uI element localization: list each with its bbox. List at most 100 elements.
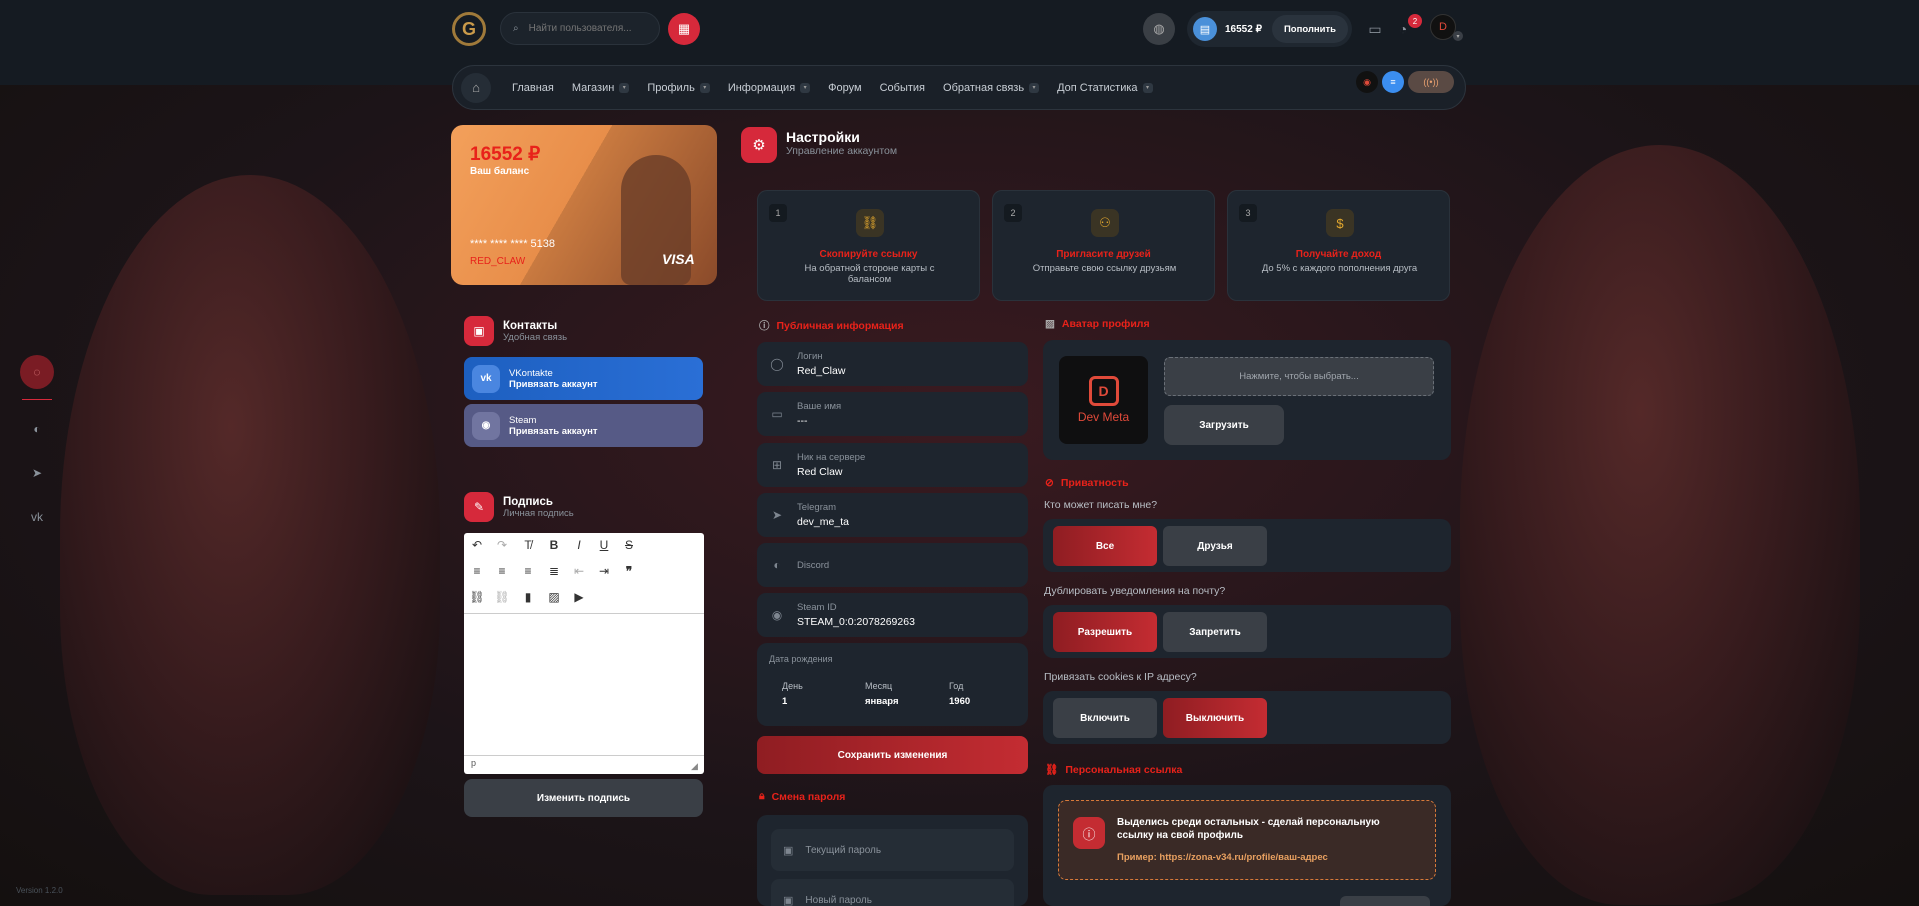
chevron-down-icon: ▾ — [1142, 82, 1153, 93]
nav-item[interactable]: Форум — [828, 82, 861, 94]
video-icon[interactable]: ▶ — [571, 590, 587, 604]
lock-field-icon: ▣ — [783, 894, 794, 906]
nav-item[interactable]: Профиль ▾ — [647, 82, 710, 94]
vk-connect[interactable]: vk VKontakte Привязать аккаунт — [464, 357, 703, 400]
referral-step: 2 ⚇ Пригласите друзей Отправьте свою ссылку… — [992, 190, 1215, 301]
search-icon: ⌕ — [513, 23, 519, 34]
support-icon[interactable]: ◌ — [20, 355, 54, 389]
birth-year[interactable]: 1960 — [949, 696, 970, 707]
justify-icon[interactable]: ≣ — [546, 564, 562, 578]
visa-logo: VISA — [662, 251, 695, 267]
nickname-field[interactable]: ⊞ Ник на сервере Red Claw — [757, 443, 1028, 487]
nav-item[interactable]: События — [880, 82, 925, 94]
editor-status-path: p — [471, 758, 477, 768]
signature-header: ✎ Подпись Личная подпись — [464, 492, 574, 522]
italic-icon[interactable]: I — [571, 538, 587, 552]
step-title: Пригласите друзей — [1056, 249, 1151, 260]
avatar-header: ▨ Аватар профиля — [1045, 318, 1150, 330]
quote-icon[interactable]: ❞ — [621, 564, 637, 578]
radio-icon[interactable]: ((•)) — [1408, 71, 1454, 93]
chevron-down-icon: ▾ — [619, 82, 630, 93]
nav-item[interactable]: Главная — [512, 82, 554, 94]
align-center-icon[interactable]: ≡ — [494, 564, 510, 578]
cookies-enable-option[interactable]: Включить — [1053, 698, 1157, 738]
topup-button[interactable]: Пополнить — [1271, 15, 1348, 43]
step-desc: До 5% с каждого пополнения друга — [1261, 263, 1418, 274]
align-left-icon[interactable]: ≡ — [469, 564, 485, 578]
login-field[interactable]: ◯ Логин Red_Claw — [757, 342, 1028, 386]
bookmark-icon[interactable]: ▮ — [520, 590, 536, 604]
personal-link-promo: ⓘ Выделись среди остальных - сделай перс… — [1058, 800, 1436, 880]
current-password-field[interactable]: ▣ Текущий пароль — [771, 829, 1014, 871]
birth-month[interactable]: января — [865, 696, 899, 707]
undo-icon[interactable]: ↶ — [469, 538, 485, 552]
lock-field-icon: ▣ — [783, 844, 794, 857]
balance-card[interactable]: 16552 ₽ Ваш баланс **** **** **** 5138 R… — [451, 125, 717, 285]
birth-day[interactable]: 1 — [782, 696, 803, 707]
vk-icon[interactable]: vk — [20, 500, 54, 534]
steam-connect[interactable]: ◉ Steam Привязать аккаунт — [464, 404, 703, 447]
user-search[interactable]: ⌕ — [500, 12, 660, 45]
search-input[interactable] — [528, 23, 639, 34]
nav-item[interactable]: Магазин ▾ — [572, 82, 630, 94]
edit-icon: ✎ — [464, 492, 494, 522]
home-icon[interactable]: ⌂ — [461, 72, 491, 103]
signature-editor[interactable]: ↶ ↷ T̸ B I U S ≡ ≡ ≡ ≣ ⇤ ⇥ ❞ ⛓ ⛓ ▮ ▨ ▶ p… — [464, 533, 704, 774]
steamid-field[interactable]: ◉ Steam ID STEAM_0:0:2078269263 — [757, 593, 1028, 637]
nav-item[interactable]: Информация ▾ — [728, 82, 811, 94]
site-logo[interactable]: G — [452, 12, 486, 46]
nav-item[interactable]: Доп Статистика ▾ — [1057, 82, 1153, 94]
user-icon: ◯ — [770, 357, 784, 371]
server-icon[interactable]: ◉ — [1356, 71, 1378, 93]
filter-icon[interactable]: ≡ — [1382, 71, 1404, 93]
telegram-field[interactable]: ➤ Telegram dev_me_ta — [757, 493, 1028, 537]
change-signature-button[interactable]: Изменить подпись — [464, 779, 703, 817]
link-icon[interactable]: ⛓ — [469, 590, 485, 604]
link-section-icon: ⛓ — [1045, 764, 1059, 776]
discord-field[interactable]: ◐ Discord — [757, 543, 1028, 587]
language-button[interactable]: ◍ — [1143, 13, 1175, 45]
file-picker[interactable]: Нажмите, чтобы выбрать... — [1164, 357, 1434, 396]
privacy-q3: Привязать cookies к IP адресу? — [1044, 671, 1197, 683]
birthdate-field[interactable]: Дата рождения День 1 Месяц января Год 1960 — [757, 643, 1028, 726]
indent-icon[interactable]: ⇥ — [596, 564, 612, 578]
strike-icon[interactable]: S — [621, 538, 637, 552]
bold-icon[interactable]: B — [546, 538, 562, 552]
personal-link-panel: ⓘ Выделись среди остальных - сделай перс… — [1043, 785, 1451, 906]
name-field[interactable]: ▭ Ваше имя --- — [757, 392, 1028, 436]
qr-icon: ▦ — [677, 21, 691, 36]
outdent-icon[interactable]: ⇤ — [571, 564, 587, 578]
discord-field-icon: ◐ — [773, 558, 781, 572]
redo-icon[interactable]: ↷ — [494, 538, 510, 552]
new-password-field[interactable]: ▣ Новый пароль — [771, 879, 1014, 906]
clear-format-icon[interactable]: T̸ — [520, 538, 536, 552]
messages-icon[interactable]: ▭ — [1364, 18, 1386, 40]
email-deny-option[interactable]: Запретить — [1163, 612, 1267, 652]
unlink-icon[interactable]: ⛓ — [494, 590, 510, 604]
image-icon[interactable]: ▨ — [546, 590, 562, 604]
underline-icon[interactable]: U — [596, 538, 612, 552]
chevron-down-icon[interactable]: ▾ — [1453, 31, 1463, 41]
avatar-preview: D Dev Meta — [1059, 356, 1148, 444]
wallet-icon: ▤ — [1193, 17, 1217, 41]
gamepad-icon: ⊞ — [771, 458, 783, 472]
users-icon: ⚇ — [1091, 209, 1119, 237]
messages-all-option[interactable]: Все — [1053, 526, 1157, 566]
telegram-icon[interactable]: ➤ — [20, 456, 54, 490]
image-section-icon: ▨ — [1045, 318, 1055, 330]
avatar-panel: D Dev Meta Нажмите, чтобы выбрать... Заг… — [1043, 340, 1451, 460]
qr-button[interactable]: ▦ — [668, 13, 700, 45]
telegram-field-icon: ➤ — [771, 508, 783, 522]
partial-button[interactable] — [1340, 896, 1430, 906]
discord-icon[interactable]: ◐ — [20, 412, 54, 446]
email-allow-option[interactable]: Разрешить — [1053, 612, 1157, 652]
save-changes-button[interactable]: Сохранить изменения — [757, 736, 1028, 774]
upload-button[interactable]: Загрузить — [1164, 405, 1284, 445]
resize-handle-icon[interactable]: ◢ — [691, 761, 698, 772]
cookies-disable-option[interactable]: Выключить — [1163, 698, 1267, 738]
privacy-q2: Дублировать уведомления на почту? — [1044, 585, 1226, 597]
align-right-icon[interactable]: ≡ — [520, 564, 536, 578]
chevron-down-icon: ▾ — [699, 82, 710, 93]
nav-item[interactable]: Обратная связь ▾ — [943, 82, 1040, 94]
messages-friends-option[interactable]: Друзья — [1163, 526, 1267, 566]
